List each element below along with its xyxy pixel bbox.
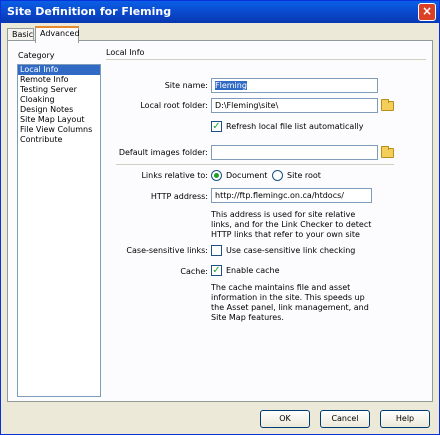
- links-document-label[interactable]: Document: [226, 171, 267, 180]
- folder-icon[interactable]: [381, 99, 394, 111]
- folder-icon[interactable]: [381, 146, 394, 158]
- case-sensitive-label: Case-sensitive links:: [126, 246, 208, 255]
- refresh-checkbox[interactable]: ✓: [211, 121, 222, 132]
- http-address-input[interactable]: http://ftp.flemingc.on.ca/htdocs/: [211, 188, 372, 203]
- links-siteroot-label[interactable]: Site root: [287, 171, 321, 180]
- section-divider: [106, 59, 426, 60]
- default-images-label: Default images folder:: [118, 148, 208, 157]
- site-definition-dialog: Site Definition for Fleming × Basic Adva…: [0, 0, 440, 435]
- close-button[interactable]: ×: [418, 3, 436, 21]
- cache-checkbox[interactable]: ✓: [211, 265, 222, 276]
- case-sensitive-check-label[interactable]: Use case-sensitive link checking: [226, 246, 355, 255]
- case-sensitive-checkbox[interactable]: [211, 245, 222, 256]
- category-item-site-map-layout[interactable]: Site Map Layout: [18, 115, 100, 125]
- cancel-button[interactable]: Cancel: [320, 410, 370, 428]
- links-siteroot-radio[interactable]: [272, 170, 283, 181]
- advanced-panel: Category Local Info Remote Info Testing …: [7, 40, 433, 402]
- ok-button[interactable]: OK: [260, 410, 310, 428]
- category-item-contribute[interactable]: Contribute: [18, 135, 100, 145]
- local-root-input[interactable]: D:\Fleming\site\: [211, 98, 378, 113]
- site-name-value: Fleming: [215, 81, 247, 90]
- cache-label: Cache:: [180, 267, 208, 276]
- links-relative-label: Links relative to:: [141, 171, 208, 180]
- help-button[interactable]: Help: [380, 410, 430, 428]
- http-address-label: HTTP address:: [150, 192, 208, 201]
- site-name-input[interactable]: Fleming: [211, 78, 378, 93]
- refresh-label[interactable]: Refresh local file list automatically: [226, 122, 364, 131]
- title-bar[interactable]: Site Definition for Fleming ×: [1, 1, 439, 23]
- category-item-file-view-columns[interactable]: File View Columns: [18, 125, 100, 135]
- site-name-label: Site name:: [164, 81, 208, 90]
- category-item-local-info[interactable]: Local Info: [18, 65, 100, 75]
- local-root-label: Local root folder:: [140, 101, 208, 110]
- http-help-text: This address is used for site relative l…: [211, 210, 372, 239]
- category-list[interactable]: Local Info Remote Info Testing Server Cl…: [17, 64, 101, 397]
- default-images-input[interactable]: [211, 145, 378, 160]
- links-document-radio[interactable]: [211, 170, 222, 181]
- category-label: Category: [18, 51, 55, 60]
- section-title: Local Info: [106, 48, 145, 57]
- window-title: Site Definition for Fleming: [7, 5, 172, 18]
- cache-help-text: The cache maintains file and asset infor…: [211, 283, 369, 322]
- cache-check-label[interactable]: Enable cache: [226, 266, 279, 275]
- tab-advanced[interactable]: Advanced: [35, 26, 80, 43]
- divider: [116, 164, 394, 165]
